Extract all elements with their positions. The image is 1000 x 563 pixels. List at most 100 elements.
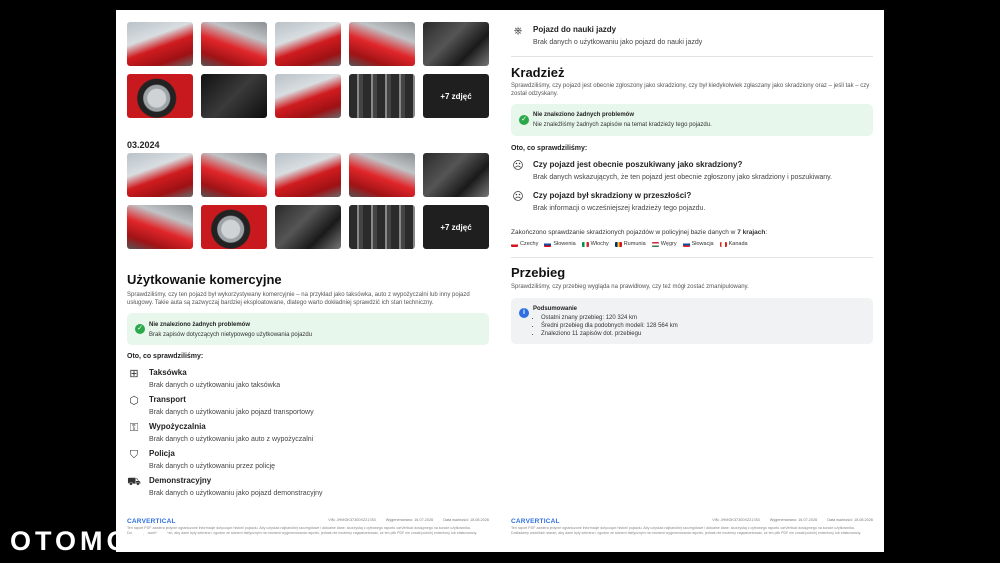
photo-thumbnail[interactable] <box>349 153 415 197</box>
photo-thumbnail[interactable] <box>201 205 267 249</box>
theft-ok-box: ✓ Nie znaleziono żadnych problemów Nie z… <box>511 104 873 136</box>
check-item-title: Pojazd do nauki jazdy <box>533 25 617 34</box>
country-wlochy: Włochy <box>581 241 609 247</box>
box-icon: ⬡ <box>129 395 139 407</box>
ok-text: Brak zapisów dotyczących nietypowego uży… <box>149 332 313 338</box>
check-item-title: Transport <box>149 395 186 404</box>
check-item-text: Brak danych o użytkowaniu jako pojazd do… <box>533 39 703 46</box>
photo-thumbnail[interactable] <box>201 74 267 118</box>
footer-vin: VIN: JHMGK37300X221783 <box>712 518 760 522</box>
check-item-police: ⛉ Policja Brak danych o użytkowaniu prze… <box>127 448 489 474</box>
check-circle-icon: ✓ <box>519 115 529 125</box>
footer-meta: VIN: JHMGK37300X221783 Wygenerowano: 16.… <box>712 518 873 522</box>
photo-thumbnail[interactable] <box>349 74 415 118</box>
photo-thumbnail[interactable] <box>275 153 341 197</box>
list-item: Ostatni znany przebieg: 120 324 km <box>541 314 678 322</box>
ok-text: Nie znaleźliśmy żadnych zapisów na temat… <box>533 122 712 128</box>
photo-thumbnail[interactable] <box>201 153 267 197</box>
photo-thumbnail[interactable] <box>127 205 193 249</box>
check-item-past-stolen: ☹ Czy pojazd był skradziony w przeszłośc… <box>511 190 873 216</box>
check-item-text: Brak danych o użytkowaniu jako pojazd de… <box>149 490 323 497</box>
check-item-text: Brak danych o użytkowaniu jako taksówka <box>149 382 281 389</box>
report-page: +7 zdjęć 03.2024 +7 zdjęć Użytkowanie ko… <box>116 10 884 552</box>
check-item-title: Wypożyczalnia <box>149 422 206 431</box>
photo-thumbnail[interactable] <box>275 205 341 249</box>
photo-thumbnail[interactable] <box>275 74 341 118</box>
check-circle-icon: ✓ <box>135 324 145 334</box>
country-flags: Czechy Słowenia Włochy Rumunia Węgry Sło… <box>511 241 748 247</box>
country-kanada: Kanada <box>719 241 748 247</box>
left-column: +7 zdjęć 03.2024 +7 zdjęć Użytkowanie ko… <box>127 10 489 552</box>
more-photos-button[interactable]: +7 zdjęć <box>423 205 489 249</box>
photo-thumbnail[interactable] <box>423 153 489 197</box>
check-item-text: Brak danych o użytkowaniu jako auto z wy… <box>149 436 314 443</box>
footer-generated: Wygenerowano: 16.07.2026 <box>385 518 434 522</box>
page-footer: CARVERTICAL VIN: JHMGK37300X221783 Wygen… <box>511 518 873 552</box>
car-icon: ⛟ <box>127 476 141 488</box>
mileage-summary-list: Ostatni znany przebieg: 120 324 km Średn… <box>541 314 678 338</box>
theft-summary: Zakończono sprawdzanie skradzionych poja… <box>511 229 767 236</box>
photo-thumbnail[interactable] <box>275 22 341 66</box>
footer-valid: Data ważności: 15.08.2026 <box>443 518 489 522</box>
photo-grid-1: +7 zdjęć <box>127 22 489 118</box>
info-icon: i <box>519 308 529 318</box>
photo-thumbnail[interactable] <box>127 22 193 66</box>
photo-thumbnail[interactable] <box>201 22 267 66</box>
photo-thumbnail[interactable] <box>127 153 193 197</box>
photo-grid-2: +7 zdjęć <box>127 153 489 249</box>
check-item-demo: ⛟ Demonstracyjny Brak danych o użytkowan… <box>127 475 489 501</box>
country-rumunia: Rumunia <box>614 241 646 247</box>
mileage-description: Sprawdziliśmy, czy przebieg wygląda na p… <box>511 284 749 290</box>
check-item-title: Czy pojazd był skradziony w przeszłości? <box>533 191 692 200</box>
list-item: Średni przebieg dla podobnych modeli: 12… <box>541 322 678 330</box>
footer-generated: Wygenerowano: 16.07.2026 <box>769 518 818 522</box>
check-item-title: Demonstracyjny <box>149 476 212 485</box>
list-item: Znaleziono 11 zapisów dot. przebiegu <box>541 330 678 338</box>
country-czechy: Czechy <box>511 241 538 247</box>
summary-title: Podsumowanie <box>533 306 578 312</box>
right-column: ⎈ Pojazd do nauki jazdy Brak danych o uż… <box>511 10 873 552</box>
photo-thumbnail[interactable] <box>349 205 415 249</box>
checked-heading: Oto, co sprawdziliśmy: <box>127 353 204 360</box>
footer-legal: Ten raport PDF zawiera jedynie ograniczo… <box>511 526 862 535</box>
mileage-section-title: Przebieg <box>511 265 566 280</box>
page-footer: CARVERTICAL VIN: JHMGK37300X221783 Wygen… <box>127 518 489 552</box>
country-wegry: Węgry <box>651 241 677 247</box>
footer-meta: VIN: JHMGK37300X221783 Wygenerowano: 16.… <box>328 518 489 522</box>
carvertical-logo: CARVERTICAL <box>511 518 560 525</box>
footer-vin: VIN: JHMGK37300X221783 <box>328 518 376 522</box>
commercial-ok-box: ✓ Nie znaleziono żadnych problemów Brak … <box>127 313 489 345</box>
check-item-title: Taksówka <box>149 368 187 377</box>
check-item-text: Brak informacji o wcześniejszej kradzież… <box>533 205 706 212</box>
check-item-currently-stolen: ☹ Czy pojazd jest obecnie poszukiwany ja… <box>511 159 873 185</box>
thief-icon: ☹ <box>512 160 524 172</box>
carvertical-logo: CARVERTICAL <box>127 518 176 525</box>
shield-icon: ⛉ <box>129 449 139 461</box>
photo-thumbnail[interactable] <box>423 22 489 66</box>
check-item-driving-school: ⎈ Pojazd do nauki jazdy Brak danych o uż… <box>511 24 873 50</box>
check-item-text: Brak danych o użytkowaniu przez policję <box>149 463 276 470</box>
more-photos-button[interactable]: +7 zdjęć <box>423 74 489 118</box>
check-item-transport: ⬡ Transport Brak danych o użytkowaniu ja… <box>127 394 489 420</box>
photo-thumbnail[interactable] <box>127 74 193 118</box>
footer-legal: Ten raport PDF zawiera jedynie ograniczo… <box>127 526 478 535</box>
mileage-summary-box: i Podsumowanie Ostatni znany przebieg: 1… <box>511 298 873 344</box>
taxi-icon: ⊞ <box>129 368 139 380</box>
divider <box>511 257 873 258</box>
key-icon: ⚿ <box>129 422 139 434</box>
check-item-title: Policja <box>149 449 175 458</box>
footer-valid: Data ważności: 15.08.2026 <box>827 518 873 522</box>
photo-date-label: 03.2024 <box>127 140 160 150</box>
check-item-title: Czy pojazd jest obecnie poszukiwany jako… <box>533 160 743 169</box>
ok-title: Nie znaleziono żadnych problemów <box>533 112 635 118</box>
theft-summary-suffix: : <box>765 229 768 236</box>
check-item-text: Brak danych wskazujących, że ten pojazd … <box>533 174 833 181</box>
country-slowacja: Słowacja <box>682 241 714 247</box>
divider <box>511 56 873 57</box>
otomoto-watermark: OTOMOTO <box>10 526 177 556</box>
theft-summary-count: 7 krajach <box>737 229 766 236</box>
checked-heading: Oto, co sprawdziliśmy: <box>511 145 588 152</box>
country-slowenia: Słowenia <box>544 241 576 247</box>
photo-thumbnail[interactable] <box>349 22 415 66</box>
check-item-rental: ⚿ Wypożyczalnia Brak danych o użytkowani… <box>127 421 489 447</box>
